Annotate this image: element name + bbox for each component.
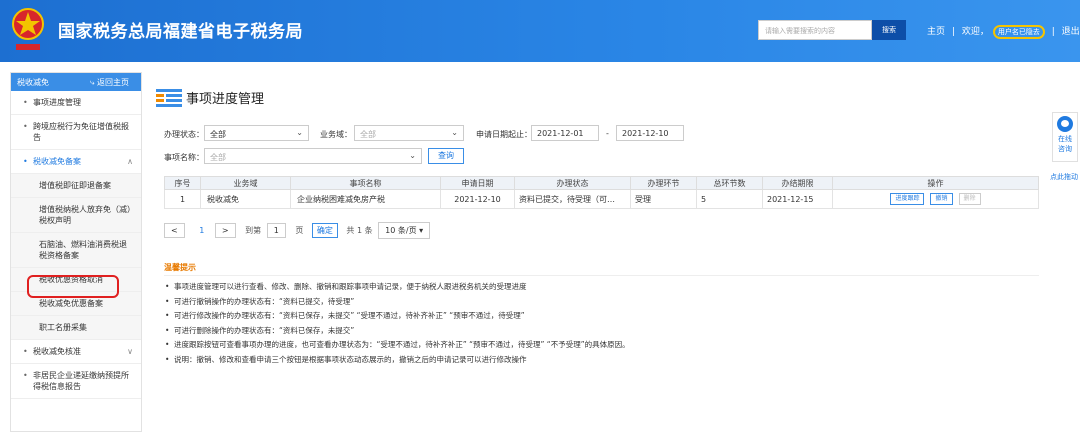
user-name[interactable]: 用户名已隐去 bbox=[992, 25, 1045, 39]
total-count: 共 1 条 bbox=[346, 226, 373, 235]
prev-page-button[interactable]: < bbox=[164, 223, 185, 238]
home-link[interactable]: 主页 bbox=[927, 27, 945, 37]
tip-item: 事项进度管理可以进行查看、修改、删除、撤销和跟踪事项申请记录，便于纳税人跟进税务… bbox=[164, 280, 1044, 295]
tip-item: 说明：撤销、修改和查看申请三个按钮是根据事项状态动态展示的，撤销之后的申请记录可… bbox=[164, 353, 1044, 368]
chevron-up-icon: ∧ bbox=[127, 157, 133, 166]
search-button[interactable]: 搜索 bbox=[872, 20, 906, 40]
tips-list: 事项进度管理可以进行查看、修改、删除、撤销和跟踪事项申请记录，便于纳税人跟进税务… bbox=[164, 280, 1044, 367]
sidebar-item-progress[interactable]: 事项进度管理 bbox=[11, 91, 141, 115]
online-consult-button[interactable]: 在线 咨询 bbox=[1052, 112, 1078, 162]
sidebar-subitem[interactable]: 增值税纳税人放弃免（减）税权声明 bbox=[11, 198, 141, 233]
tip-item: 进度跟踪按钮可查看事项办理的进度，也可查看办理状态为：“受理不通过，待补齐补正”… bbox=[164, 338, 1044, 353]
chevron-down-icon: ⌄ bbox=[296, 128, 303, 137]
drag-handle-label[interactable]: 点此拖动 bbox=[1050, 172, 1078, 182]
operations-cell: 进度跟踪 撤销 删除 bbox=[832, 189, 1039, 209]
next-page-button[interactable]: > bbox=[214, 223, 236, 238]
tips-title: 温馨提示 bbox=[164, 263, 196, 272]
page-size-select[interactable]: 10 条/页 ▾ bbox=[378, 222, 431, 239]
highlight-annotation bbox=[27, 275, 119, 298]
sidebar: 税收减免 ⤷ 返回主页 事项进度管理 跨境应税行为免征增值税报告 税收减免备案 … bbox=[10, 72, 142, 432]
item-name-select[interactable]: 全部 ⌄ bbox=[204, 148, 422, 164]
sidebar-subitem[interactable]: 石脑油、燃料油消费税退税资格备案 bbox=[11, 233, 141, 268]
back-home-link[interactable]: ⤷ 返回主页 bbox=[90, 77, 129, 88]
confirm-page-button[interactable]: 确定 bbox=[311, 223, 338, 238]
date-start-input[interactable]: 2021-12-01 bbox=[531, 125, 599, 141]
tip-item: 可进行撤销操作的办理状态有：“资料已提交，待受理” bbox=[164, 295, 1044, 310]
header-links: 主页 | 欢迎， 用户名已隐去 | 退出 bbox=[927, 25, 1080, 39]
business-label: 业务域： bbox=[320, 130, 352, 139]
delete-button: 删除 bbox=[958, 193, 981, 205]
query-button[interactable]: 查询 bbox=[428, 148, 464, 164]
sidebar-item-nonresident[interactable]: 非居民企业递延缴纳预提所得税信息报告 bbox=[11, 364, 141, 399]
sidebar-item-relief-filing[interactable]: 税收减免备案 ∧ bbox=[11, 150, 141, 174]
main-content: 事项进度管理 办理状态： 全部 ⌄ 业务域： 全部 ⌄ 申请日期起止： 2021-1… bbox=[154, 72, 1054, 432]
chevron-down-icon: ∨ bbox=[127, 347, 133, 356]
status-select[interactable]: 全部 ⌄ bbox=[204, 125, 309, 141]
divider bbox=[164, 275, 1039, 276]
welcome-text: 欢迎， bbox=[961, 27, 989, 37]
sidebar-subitem[interactable]: 增值税即征即退备案 bbox=[11, 174, 141, 198]
national-emblem-icon bbox=[12, 8, 44, 50]
page-title: 事项进度管理 bbox=[156, 88, 264, 107]
chevron-down-icon: ⌄ bbox=[409, 151, 416, 160]
progress-table: 序号 业务域 事项名称 申请日期 办理状态 办理环节 总环节数 办结期限 操作 … bbox=[164, 176, 1039, 209]
logout-link[interactable]: 退出 bbox=[1062, 27, 1080, 37]
site-title: 国家税务总局福建省电子税务局 bbox=[58, 22, 303, 42]
item-name-label: 事项名称： bbox=[164, 153, 204, 162]
table-header-row: 序号 业务域 事项名称 申请日期 办理状态 办理环节 总环节数 办结期限 操作 bbox=[164, 176, 1039, 190]
sidebar-subitem[interactable]: 职工名册采集 bbox=[11, 316, 141, 340]
tip-item: 可进行修改操作的办理状态有：“资料已保存，未提交” “受理不通过，待补齐补正” … bbox=[164, 309, 1044, 324]
date-range-label: 申请日期起止： bbox=[476, 130, 532, 139]
search-input[interactable]: 请输入需要搜索的内容 bbox=[758, 20, 872, 40]
sidebar-item-relief-approval[interactable]: 税收减免核准 ∨ bbox=[11, 340, 141, 364]
sidebar-item-cross-border[interactable]: 跨境应税行为免征增值税报告 bbox=[11, 115, 141, 150]
sidebar-header: 税收减免 ⤷ 返回主页 bbox=[11, 73, 141, 91]
top-header: 国家税务总局福建省电子税务局 请输入需要搜索的内容 搜索 主页 | 欢迎， 用户名… bbox=[0, 0, 1080, 62]
tip-item: 可进行删除操作的办理状态有：“资料已保存，未提交” bbox=[164, 324, 1044, 339]
business-select[interactable]: 全部 ⌄ bbox=[354, 125, 464, 141]
track-progress-button[interactable]: 进度跟踪 bbox=[890, 193, 925, 205]
revoke-button[interactable]: 撤销 bbox=[930, 193, 953, 205]
chevron-down-icon: ⌄ bbox=[451, 128, 458, 137]
current-page[interactable]: 1 bbox=[199, 226, 204, 235]
goto-page-input[interactable]: 1 bbox=[266, 223, 286, 238]
sidebar-title: 税收减免 bbox=[17, 78, 49, 87]
table-row: 1 税收减免 企业纳税困难减免房产税 2021-12-10 资料已提交，待受理（… bbox=[164, 189, 1039, 209]
pagination: < 1 > 到第 1 页 确定 共 1 条 10 条/页 ▾ bbox=[164, 222, 434, 239]
date-end-input[interactable]: 2021-12-10 bbox=[616, 125, 684, 141]
list-icon bbox=[156, 89, 182, 107]
status-label: 办理状态： bbox=[164, 130, 204, 139]
chat-icon bbox=[1057, 116, 1073, 132]
